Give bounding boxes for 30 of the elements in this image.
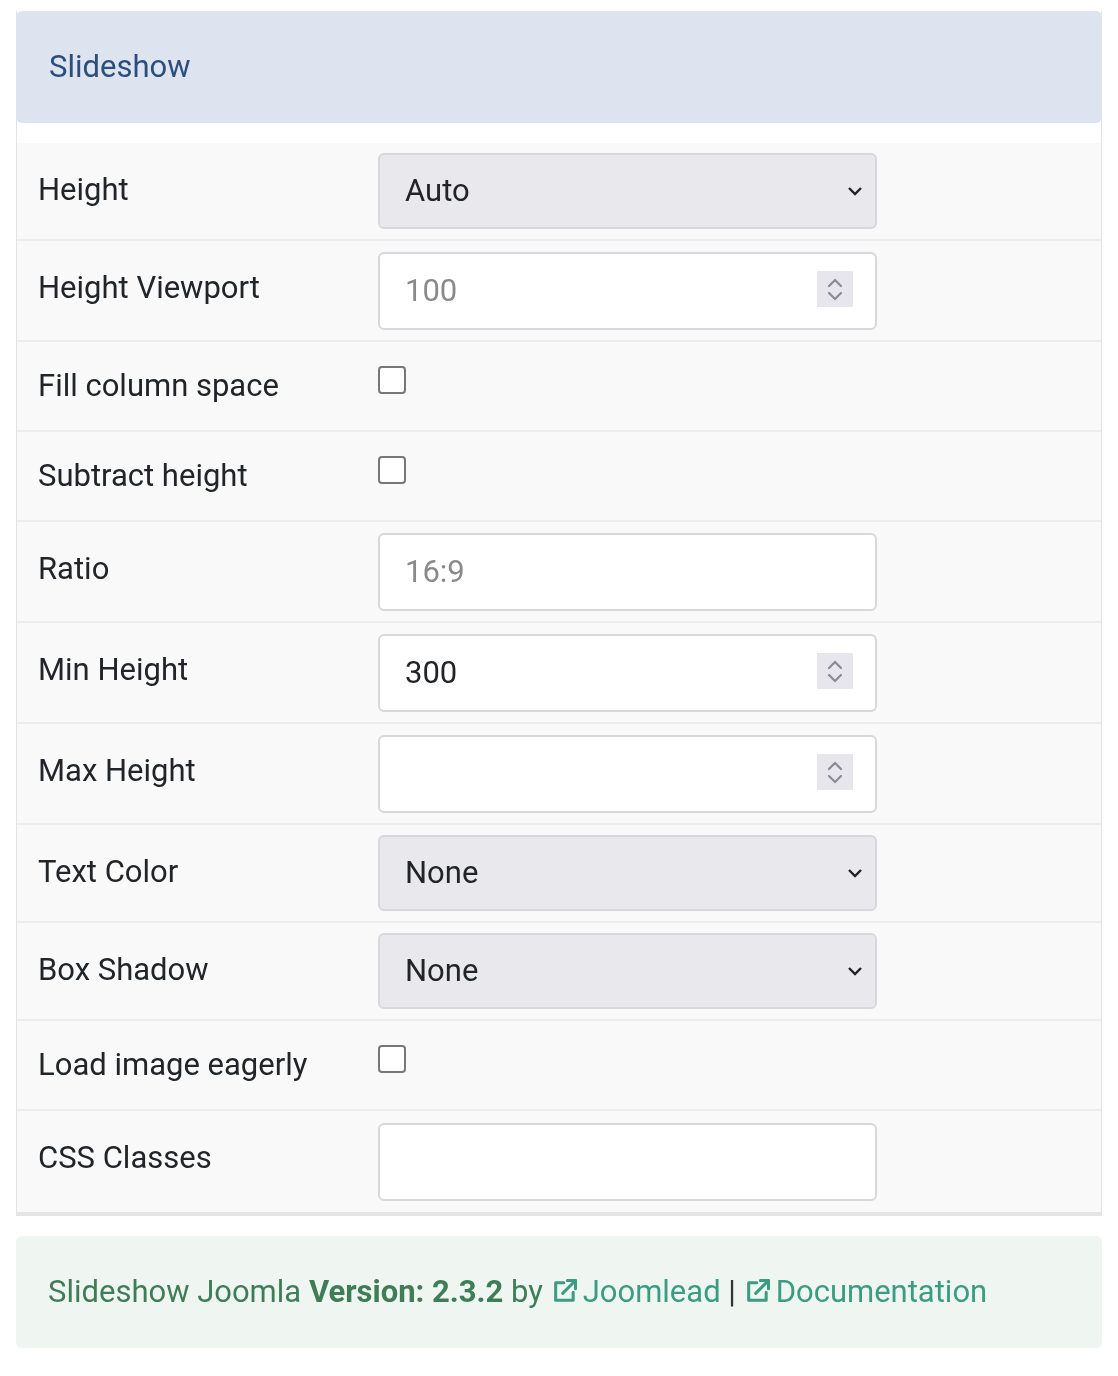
- field-label: Height Viewport: [38, 269, 260, 306]
- chevron-down-icon: [845, 866, 865, 880]
- field-label: Box Shadow: [38, 951, 209, 988]
- chevron-down-icon: [845, 964, 865, 978]
- panel-title: Slideshow: [49, 46, 191, 87]
- select-dropdown[interactable]: None: [378, 933, 877, 1009]
- field-label: Text Color: [38, 853, 179, 890]
- input-field[interactable]: [378, 734, 877, 813]
- field-label: Min Height: [38, 651, 189, 688]
- checkbox[interactable]: [378, 1045, 406, 1073]
- select-dropdown[interactable]: Auto: [378, 153, 877, 229]
- field-label: Ratio: [38, 550, 110, 587]
- input-field[interactable]: 16:9: [378, 532, 877, 611]
- field-label: Fill column space: [38, 365, 279, 406]
- chevron-down-icon: [845, 184, 865, 198]
- field-label: Subtract height: [38, 455, 248, 496]
- select-dropdown[interactable]: None: [378, 835, 877, 911]
- input-field[interactable]: 100: [378, 251, 877, 330]
- spinner-icon[interactable]: [817, 270, 853, 307]
- input-field[interactable]: 300: [378, 633, 877, 712]
- checkbox[interactable]: [378, 366, 406, 394]
- version-text: Slideshow Joomla Version: 2.3.2 by Joomlead | Documentation: [48, 1271, 988, 1312]
- input-field[interactable]: [378, 1122, 877, 1201]
- field-label: Load image eagerly: [38, 1044, 308, 1085]
- spinner-icon[interactable]: [817, 753, 853, 790]
- checkbox[interactable]: [378, 456, 406, 484]
- field-label: Height: [38, 171, 129, 208]
- field-label: Max Height: [38, 752, 196, 789]
- spinner-icon[interactable]: [817, 652, 853, 689]
- field-label: CSS Classes: [38, 1139, 212, 1176]
